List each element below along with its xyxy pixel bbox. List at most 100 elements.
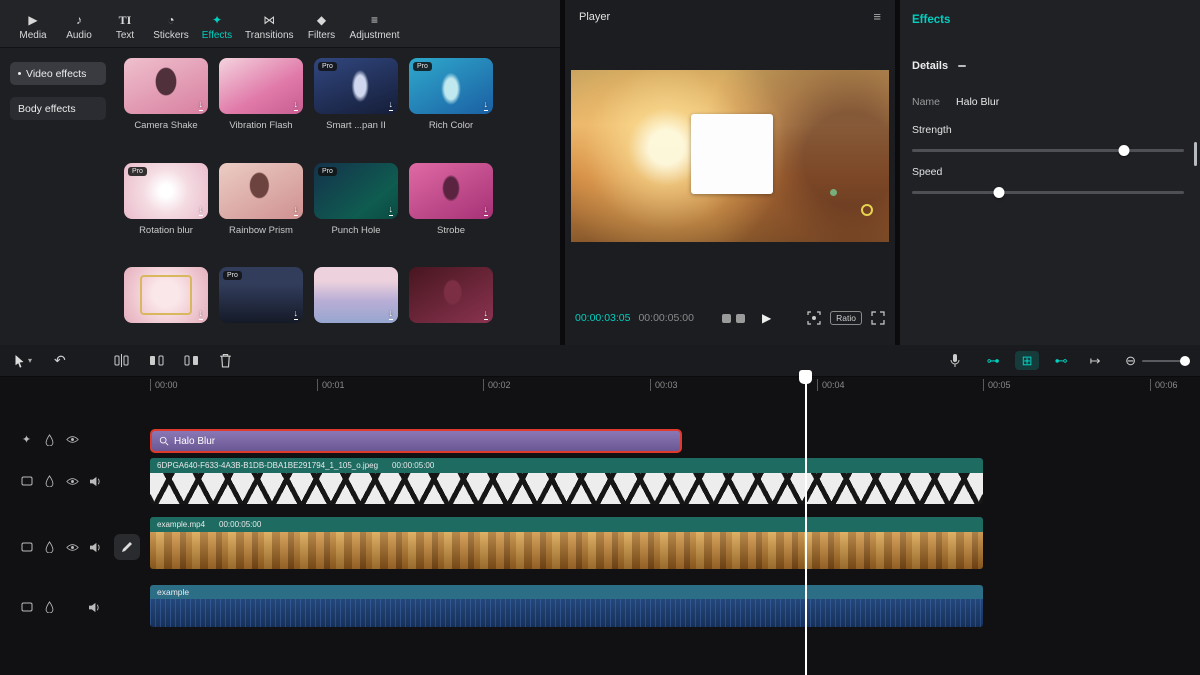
- download-icon[interactable]: ↓: [199, 205, 204, 216]
- download-icon[interactable]: ↓: [484, 100, 489, 111]
- playhead-handle[interactable]: [799, 370, 812, 384]
- effect-card-11[interactable]: ↓: [314, 267, 398, 344]
- download-icon[interactable]: ↓: [389, 205, 394, 216]
- strength-label: Strength: [912, 124, 952, 136]
- zoom-out-icon[interactable]: ⊖: [1125, 353, 1136, 369]
- tab-label: Effects: [202, 30, 232, 41]
- download-icon[interactable]: ↓: [294, 100, 299, 111]
- effect-card-rich-color[interactable]: Pro ↓ Rich Color: [409, 58, 493, 135]
- eye-icon[interactable]: [66, 543, 79, 552]
- zoom-slider-handle[interactable]: [1180, 356, 1190, 366]
- focus-icon[interactable]: [807, 311, 821, 325]
- effect-card-smart-pan[interactable]: Pro ↓ Smart ...pan II: [314, 58, 398, 135]
- tab-transitions[interactable]: ⋈ Transitions: [240, 13, 299, 41]
- snap-toggle-icon[interactable]: ↦: [1083, 351, 1107, 370]
- download-icon[interactable]: ↓: [389, 309, 394, 320]
- download-icon[interactable]: ↓: [294, 205, 299, 216]
- stop-button[interactable]: [722, 314, 731, 323]
- droplet-icon[interactable]: [43, 475, 56, 487]
- player-menu-icon[interactable]: ≡: [873, 9, 881, 24]
- delete-icon[interactable]: [219, 353, 232, 368]
- effect-card-camera-shake[interactable]: ↓ Camera Shake: [124, 58, 208, 135]
- download-icon[interactable]: ↓: [199, 100, 204, 111]
- effect-card-9[interactable]: ↓: [124, 267, 208, 344]
- sidebar-item-video-effects[interactable]: Video effects: [10, 62, 106, 85]
- effect-label: [219, 329, 303, 340]
- download-icon[interactable]: ↓: [484, 205, 489, 216]
- delete-left-icon[interactable]: [149, 354, 164, 367]
- droplet-icon[interactable]: [43, 434, 56, 446]
- tab-text[interactable]: TI Text: [102, 13, 148, 41]
- timeline-zoom-slider[interactable]: [1142, 360, 1186, 362]
- select-tool-icon[interactable]: ▾: [14, 354, 32, 368]
- effect-label: Strobe: [409, 225, 493, 236]
- ratio-button[interactable]: Ratio: [830, 311, 862, 325]
- download-icon[interactable]: ↓: [294, 309, 299, 320]
- effect-inspector-panel: Effects Details Name Halo Blur Strength …: [900, 0, 1200, 345]
- download-icon[interactable]: ↓: [484, 309, 489, 320]
- record-voiceover-icon[interactable]: [949, 353, 961, 369]
- split-icon[interactable]: [114, 354, 129, 367]
- pencil-icon: [121, 541, 133, 553]
- ruler-tick: 00:03: [650, 379, 678, 391]
- ruler-tick: 00:05: [983, 379, 1011, 391]
- sidebar-item-label: Video effects: [26, 68, 86, 80]
- audio-clip[interactable]: example: [150, 585, 983, 627]
- droplet-icon[interactable]: [43, 601, 56, 613]
- download-icon[interactable]: ↓: [199, 309, 204, 320]
- effect-card-strobe[interactable]: ↓ Strobe: [409, 163, 493, 240]
- effect-name-row: Name Halo Blur: [912, 96, 999, 108]
- mute-icon[interactable]: [89, 542, 102, 553]
- ruler-tick: 00:04: [817, 379, 845, 391]
- effect-clip-halo-blur[interactable]: Halo Blur: [150, 429, 682, 453]
- undo-icon[interactable]: ↶: [54, 352, 66, 369]
- tab-effects[interactable]: ✦ Effects: [194, 13, 240, 41]
- effect-card-vibration-flash[interactable]: ↓ Vibration Flash: [219, 58, 303, 135]
- mirror-track-icon[interactable]: ⊶: [981, 351, 1005, 370]
- tab-adjustment[interactable]: ≡ Adjustment: [345, 13, 405, 41]
- ruler-tick: 00:00: [150, 379, 178, 391]
- strength-slider[interactable]: [912, 144, 1184, 156]
- timeline-ruler[interactable]: 00:00 00:01 00:02 00:03 00:04 00:05 00:0…: [0, 377, 1200, 395]
- video-clip[interactable]: example.mp4 00:00:05:00: [150, 517, 983, 569]
- eye-icon[interactable]: [66, 477, 79, 486]
- strength-slider-handle[interactable]: [1119, 145, 1130, 156]
- sidebar-item-body-effects[interactable]: Body effects: [10, 97, 106, 120]
- details-section-header[interactable]: Details: [912, 60, 966, 72]
- effect-card-12[interactable]: ↓: [409, 267, 493, 344]
- link-clips-icon[interactable]: ⊷: [1049, 351, 1073, 370]
- droplet-icon[interactable]: [43, 541, 56, 553]
- tab-label: Stickers: [153, 30, 189, 41]
- effect-card-10[interactable]: Pro ↓: [219, 267, 303, 344]
- eye-icon[interactable]: [66, 435, 79, 444]
- timeline-section: ▾ ↶ ⊶ ⊞ ⊷ ↦ ⊖ 00:: [0, 345, 1200, 675]
- effect-card-rotation-blur[interactable]: Pro ↓ Rotation blur: [124, 163, 208, 240]
- player-controls: 00:00:03:05 00:00:05:00 ▶ Ratio: [575, 306, 885, 330]
- mute-icon[interactable]: [89, 476, 102, 487]
- media-library-panel: ▶ Media ♪ Audio TI Text ◔ Stickers ✦ Eff…: [0, 0, 560, 345]
- fullscreen-icon[interactable]: [871, 311, 885, 325]
- collapse-icon[interactable]: [958, 65, 966, 67]
- play-button[interactable]: ▶: [762, 311, 771, 325]
- tab-audio[interactable]: ♪ Audio: [56, 13, 102, 41]
- audio-icon: ♪: [76, 13, 82, 27]
- tab-stickers[interactable]: ◔ Stickers: [148, 13, 194, 41]
- speed-slider-handle[interactable]: [994, 187, 1005, 198]
- mute-icon[interactable]: [88, 602, 101, 613]
- speed-slider[interactable]: [912, 186, 1184, 198]
- tab-label: Filters: [308, 30, 335, 41]
- effects-icon: ✦: [212, 13, 222, 27]
- effect-card-rainbow-prism[interactable]: ↓ Rainbow Prism: [219, 163, 303, 240]
- frame-step-button[interactable]: [736, 314, 745, 323]
- video-preview[interactable]: [571, 70, 889, 242]
- tab-filters[interactable]: ◆ Filters: [299, 13, 345, 41]
- tab-media[interactable]: ▶ Media: [10, 13, 56, 41]
- inspector-scrollbar[interactable]: [1194, 142, 1197, 166]
- download-icon[interactable]: ↓: [389, 100, 394, 111]
- auto-captions-icon[interactable]: ⊞: [1015, 351, 1039, 370]
- image-clip[interactable]: 6DPGA640-F633-4A3B-B1DB-DBA1BE291794_1_1…: [150, 458, 983, 504]
- edit-clip-button[interactable]: [114, 534, 140, 560]
- ruler-tick: 00:02: [483, 379, 511, 391]
- delete-right-icon[interactable]: [184, 354, 199, 367]
- effect-card-punch-hole[interactable]: Pro ↓ Punch Hole: [314, 163, 398, 240]
